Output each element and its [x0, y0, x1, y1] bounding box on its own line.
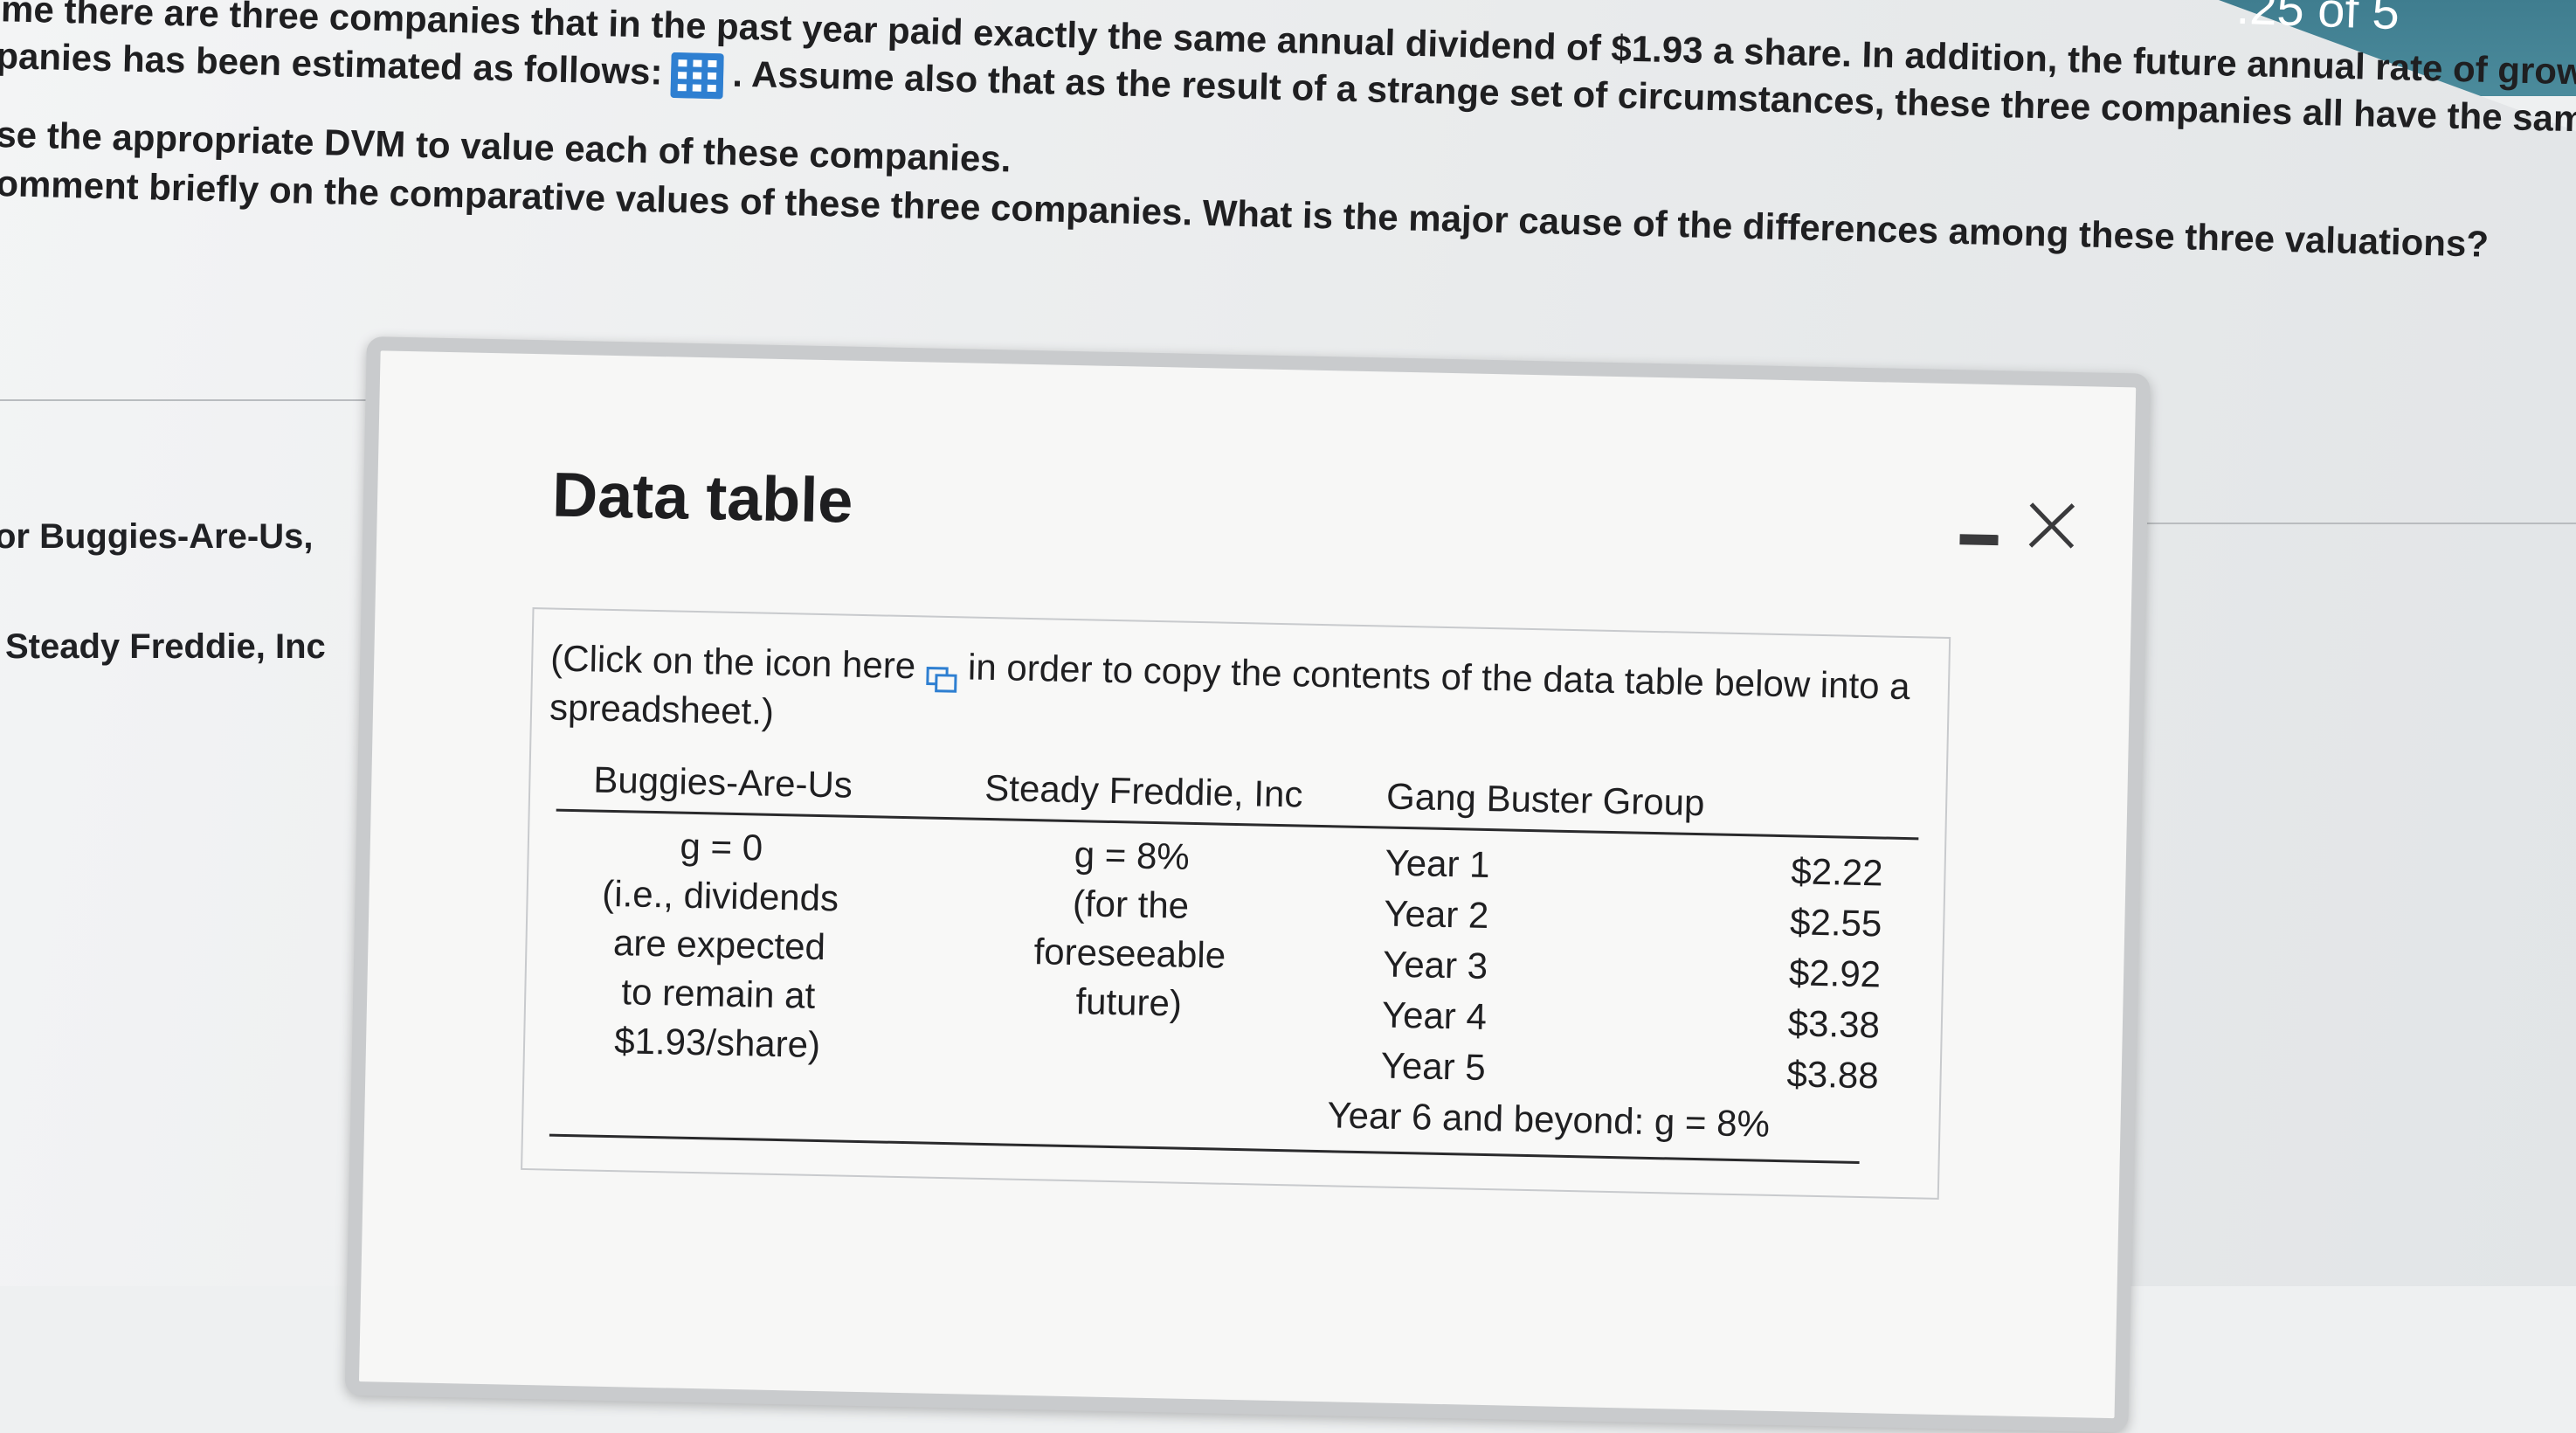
dialog-title: Data table — [551, 460, 854, 537]
close-icon[interactable] — [2023, 497, 2080, 554]
gang-value-5: $3.88 — [1786, 1053, 1880, 1097]
freddie-growth: g = 8% — [1074, 834, 1191, 877]
buggies-note-2: are expected — [612, 922, 826, 968]
gang-value-4: $3.38 — [1787, 1002, 1881, 1046]
data-table-dialog: Data table (Click on the icon here in or… — [344, 336, 2151, 1433]
header-gang-buster: Gang Buster Group — [1385, 775, 1705, 824]
gang-year-3: Year 3 — [1382, 943, 1488, 987]
buggies-note-3: to remain at — [620, 971, 816, 1016]
points-label: .25 of 5 — [2234, 0, 2400, 40]
copy-to-spreadsheet-icon[interactable] — [926, 655, 958, 693]
freddie-note-2: foreseeable — [1033, 931, 1226, 976]
buggies-answer-label: or Buggies-Are-Us, — [0, 517, 314, 556]
gang-year-4: Year 4 — [1381, 993, 1488, 1038]
gang-value-1: $2.22 — [1790, 850, 1884, 894]
freddie-note-3: future) — [1075, 980, 1183, 1024]
gang-footer: Year 6 and beyond: g = 8% — [1327, 1094, 1771, 1145]
gang-year-2: Year 2 — [1383, 892, 1489, 937]
data-table-content: (Click on the icon here in order to copy… — [521, 607, 1951, 1200]
buggies-note-1: (i.e., dividends — [601, 872, 839, 919]
minimize-icon[interactable] — [1959, 534, 1999, 546]
gang-year-5: Year 5 — [1380, 1044, 1487, 1088]
copy-instructions: (Click on the icon here in order to copy… — [549, 633, 1914, 760]
buggies-growth: g = 0 — [680, 825, 763, 869]
answer-divider-right — [2123, 523, 2576, 524]
instructions-pre: (Click on the icon here — [549, 637, 916, 687]
freddie-answer-label: Steady Freddie, Inc — [5, 627, 326, 666]
gang-value-2: $2.55 — [1789, 901, 1882, 945]
header-freddie: Steady Freddie, Inc — [984, 766, 1303, 815]
data-table-icon[interactable] — [670, 52, 724, 100]
buggies-note-4: $1.93/share) — [613, 1020, 821, 1066]
answer-divider-left — [0, 399, 367, 401]
gang-value-3: $2.92 — [1788, 952, 1882, 995]
header-buggies: Buggies-Are-Us — [592, 758, 853, 806]
gang-year-1: Year 1 — [1385, 841, 1491, 886]
freddie-note-1: (for the — [1072, 883, 1190, 926]
